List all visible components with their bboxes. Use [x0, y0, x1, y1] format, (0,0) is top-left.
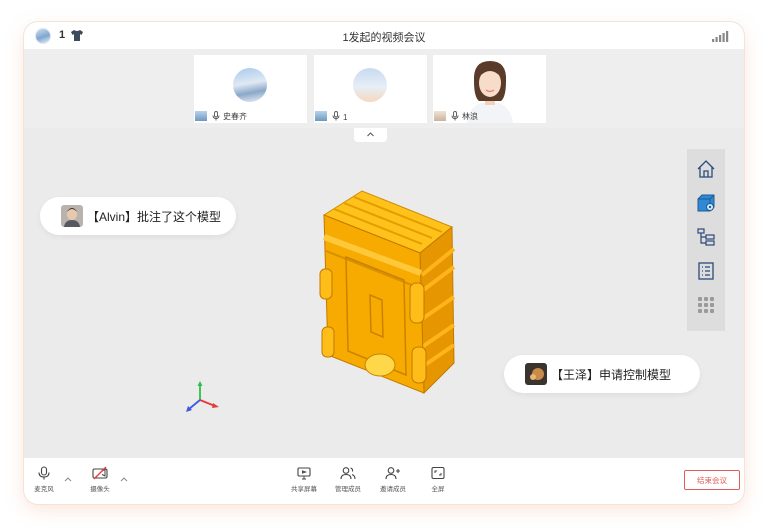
fullscreen-icon [431, 466, 445, 480]
camera-off-icon [92, 466, 108, 480]
mic-icon [212, 111, 220, 121]
control-request-bubble[interactable]: 【王泽】申请控制模型 [504, 355, 700, 393]
participant-avatar [353, 68, 387, 102]
invite-members-button[interactable]: 邀请成员 [373, 466, 413, 500]
participant-tile[interactable]: 1 [314, 55, 427, 123]
add-user-icon [385, 467, 400, 480]
user-avatar [525, 363, 547, 385]
camera-label: 摄像头 [90, 486, 110, 493]
cube-settings-icon[interactable] [696, 193, 716, 213]
mic-icon [451, 111, 459, 121]
participant-name: 1 [343, 113, 348, 122]
mic-icon [332, 111, 340, 121]
invite-members-label: 邀请成员 [380, 486, 406, 493]
annotation-text: 【王泽】申请控制模型 [551, 367, 672, 382]
participant-strip: 史春齐 1 林浪 [24, 50, 744, 128]
collapse-strip-button[interactable] [354, 128, 387, 142]
meeting-title: 1发起的视频会议 [342, 32, 426, 44]
participant-name: 林浪 [462, 112, 478, 121]
participant-tile[interactable]: 史春齐 [194, 55, 307, 123]
fullscreen-label: 全屏 [431, 486, 445, 493]
top-bar: 1 1发起的视频会议 [24, 22, 744, 50]
fullscreen-button[interactable]: 全屏 [418, 466, 458, 500]
axis-gizmo[interactable] [182, 380, 222, 414]
annotation-bubble[interactable]: 【Alvin】批注了这个模型 [40, 197, 236, 235]
signal-icon [712, 31, 729, 42]
microphone-icon [38, 466, 50, 480]
share-screen-icon [297, 467, 311, 480]
chevron-up-icon [367, 132, 374, 137]
microphone-label: 麦克风 [34, 486, 54, 493]
chevron-up-icon[interactable] [64, 476, 72, 482]
camera-button[interactable]: 摄像头 [80, 466, 120, 500]
meeting-window: 1 1发起的视频会议 史春齐 1 林浪 【Alvin】批注了这个模型 【王泽】申… [24, 22, 744, 504]
microphone-button[interactable]: 麦克风 [24, 466, 64, 500]
list-icon[interactable] [696, 261, 716, 281]
manage-members-button[interactable]: 管理成员 [328, 466, 368, 500]
end-meeting-button[interactable]: 结束会议 [684, 470, 740, 490]
video-thumbnail [434, 111, 446, 121]
bottom-toolbar: 麦克风 摄像头 共享屏幕 管理成员 邀请成员 全屏 结束会议 [24, 458, 744, 504]
grid-icon[interactable] [696, 295, 716, 315]
view-toolbar [687, 149, 725, 331]
tree-structure-icon[interactable] [696, 227, 716, 247]
participant-avatar [233, 68, 267, 102]
members-icon [340, 467, 356, 480]
3d-model-case[interactable] [294, 187, 469, 412]
user-avatar [61, 205, 83, 227]
participant-name: 史春齐 [223, 112, 247, 121]
manage-members-label: 管理成员 [335, 486, 361, 493]
share-screen-button[interactable]: 共享屏幕 [284, 466, 324, 500]
video-thumbnail [195, 111, 207, 121]
annotation-text: 【Alvin】批注了这个模型 [87, 209, 222, 224]
share-screen-label: 共享屏幕 [291, 486, 317, 493]
video-thumbnail [315, 111, 327, 121]
participant-tile[interactable]: 林浪 [433, 55, 546, 123]
home-icon[interactable] [696, 159, 716, 179]
chevron-up-icon[interactable] [120, 476, 128, 482]
